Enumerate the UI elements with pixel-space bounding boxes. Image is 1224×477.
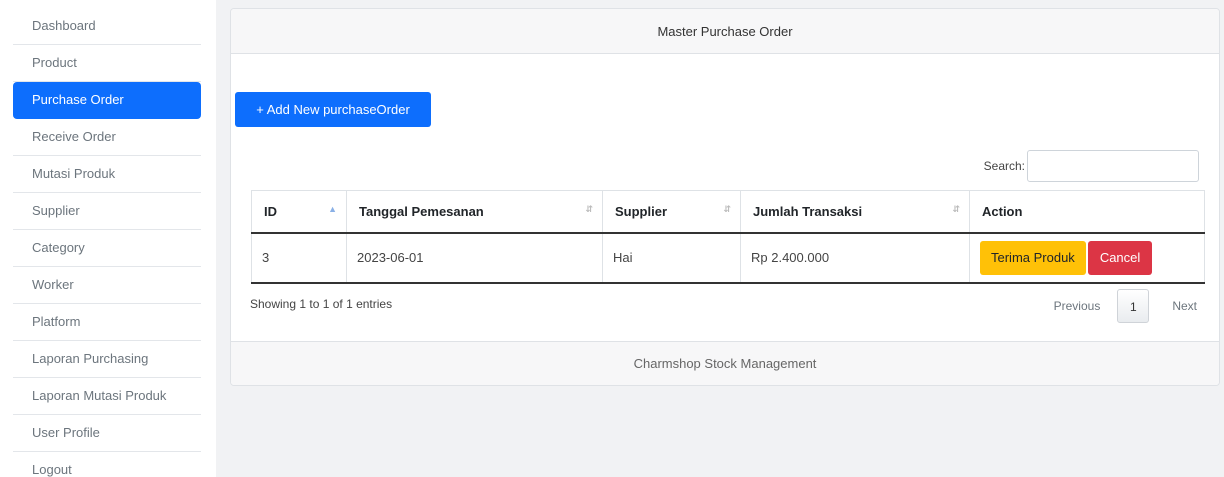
add-purchase-order-button[interactable]: + Add New purchaseOrder (235, 92, 431, 127)
next-page-button[interactable]: Next (1172, 299, 1197, 313)
sidebar-item-laporan-mutasi-produk[interactable]: Laporan Mutasi Produk (13, 378, 201, 415)
card-title: Master Purchase Order (231, 9, 1219, 54)
sidebar-item-product[interactable]: Product (13, 45, 201, 82)
column-header-label: Jumlah Transaksi (753, 203, 863, 219)
sidebar-item-mutasi-produk[interactable]: Mutasi Produk (13, 156, 201, 193)
terima-produk-button[interactable]: Terima Produk (980, 240, 1086, 275)
sidebar-item-logout[interactable]: Logout (13, 452, 201, 477)
table-info: Showing 1 to 1 of 1 entries (250, 297, 393, 311)
cell-supplier: Hai (602, 232, 741, 284)
search-label: Search: (983, 159, 1025, 173)
column-header-label: Tanggal Pemesanan (359, 203, 484, 219)
column-header-label: ID (264, 203, 277, 219)
sidebar: Dashboard Product Purchase Order Receive… (13, 8, 201, 477)
sort-ascending-icon: ▲ (328, 204, 337, 214)
column-header-tanggal[interactable]: Tanggal Pemesanan ⇵ (346, 190, 603, 234)
sidebar-item-receive-order[interactable]: Receive Order (13, 119, 201, 156)
column-header-supplier[interactable]: Supplier ⇵ (602, 190, 741, 234)
sidebar-item-purchase-order[interactable]: Purchase Order (13, 82, 201, 119)
search-box: Search: (984, 149, 1199, 183)
sidebar-item-supplier[interactable]: Supplier (13, 193, 201, 230)
cancel-button[interactable]: Cancel (1087, 240, 1153, 275)
sidebar-item-dashboard[interactable]: Dashboard (13, 8, 201, 45)
table-row: 3 2023-06-01 Hai Rp 2.400.000 Terima Pro… (251, 232, 1205, 284)
purchase-order-card: Master Purchase Order + Add New purchase… (230, 8, 1220, 386)
sort-icon: ⇵ (952, 204, 960, 214)
pagination: Previous 1 Next (1054, 289, 1197, 323)
page-1-button[interactable]: 1 (1117, 289, 1150, 323)
sidebar-item-laporan-purchasing[interactable]: Laporan Purchasing (13, 341, 201, 378)
cell-id: 3 (251, 232, 347, 284)
sidebar-item-worker[interactable]: Worker (13, 267, 201, 304)
cell-action: Terima Produk Cancel (969, 232, 1205, 284)
sort-icon: ⇵ (585, 204, 593, 214)
column-header-jumlah[interactable]: Jumlah Transaksi ⇵ (740, 190, 970, 234)
sidebar-item-platform[interactable]: Platform (13, 304, 201, 341)
cell-tanggal: 2023-06-01 (346, 232, 603, 284)
column-header-id[interactable]: ID ▲ (251, 190, 347, 234)
column-header-action: Action (969, 190, 1205, 234)
cell-jumlah: Rp 2.400.000 (740, 232, 970, 284)
card-footer: Charmshop Stock Management (231, 341, 1219, 385)
sidebar-item-user-profile[interactable]: User Profile (13, 415, 201, 452)
sidebar-item-category[interactable]: Category (13, 230, 201, 267)
sort-icon: ⇵ (723, 204, 731, 214)
column-header-label: Action (982, 203, 1023, 219)
purchase-order-table: ID ▲ Tanggal Pemesanan ⇵ Supplier ⇵ Juml… (251, 190, 1205, 284)
table-header-row: ID ▲ Tanggal Pemesanan ⇵ Supplier ⇵ Juml… (251, 190, 1205, 234)
search-input[interactable] (1027, 150, 1199, 182)
previous-page-button[interactable]: Previous (1054, 299, 1101, 313)
column-header-label: Supplier (615, 203, 668, 219)
